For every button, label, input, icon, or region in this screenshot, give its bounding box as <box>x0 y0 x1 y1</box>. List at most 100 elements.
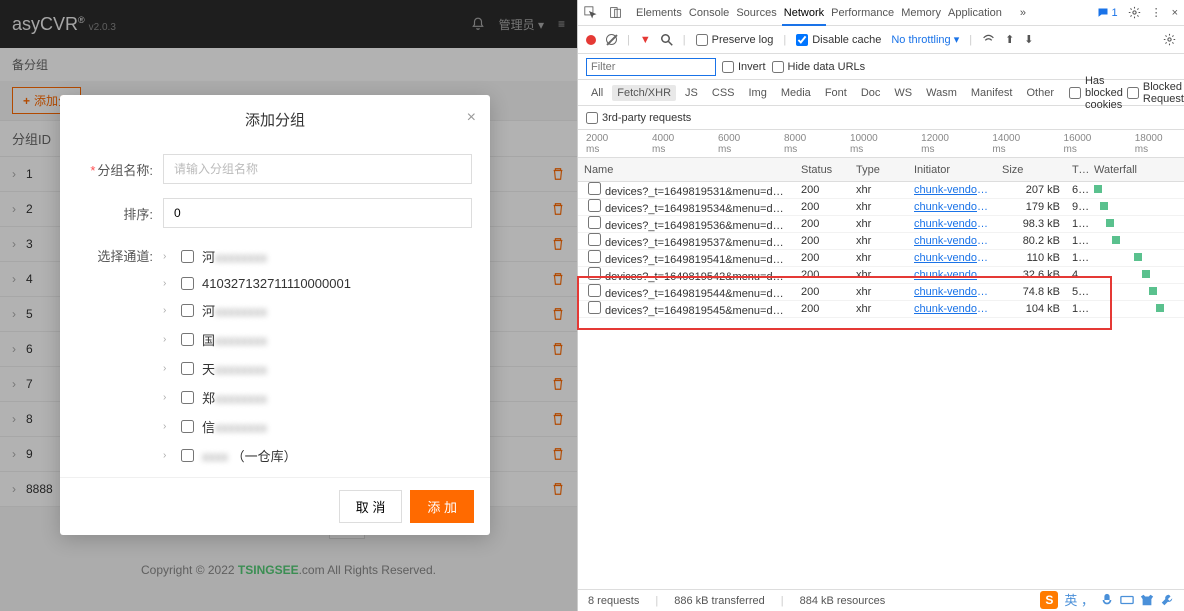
network-filter-input[interactable] <box>586 58 716 76</box>
filter-type-css[interactable]: CSS <box>707 85 740 101</box>
tool-icon[interactable] <box>1160 593 1174 607</box>
row-checkbox[interactable] <box>588 199 601 212</box>
more-tabs-icon[interactable]: » <box>1020 7 1026 19</box>
loading-text: 加载中... <box>163 470 472 477</box>
network-request-row[interactable]: devices?_t=1649819534&menu=device_man...… <box>578 199 1184 216</box>
channel-item[interactable]: ›河xxxxxxxx <box>163 296 472 325</box>
timeline[interactable]: 2000 ms4000 ms6000 ms8000 ms10000 ms1200… <box>578 130 1184 158</box>
settings-gear-icon[interactable] <box>1163 33 1176 46</box>
messages-badge[interactable]: 1 <box>1097 7 1117 19</box>
confirm-button[interactable]: 添 加 <box>410 490 474 523</box>
filter-type-fetch-xhr[interactable]: Fetch/XHR <box>612 85 676 101</box>
waterfall-bar <box>1100 202 1108 210</box>
devtools-tab-console[interactable]: Console <box>687 2 731 24</box>
network-request-row[interactable]: devices?_t=1649819545&menu=device_man...… <box>578 301 1184 318</box>
channel-item[interactable]: ›天xxxxxxxx <box>163 354 472 383</box>
channel-checkbox[interactable] <box>181 391 194 404</box>
upload-icon[interactable]: ⬆ <box>1005 33 1014 46</box>
channel-checkbox[interactable] <box>181 277 194 290</box>
row-checkbox[interactable] <box>588 233 601 246</box>
channel-item[interactable]: ›410327132711110000001 <box>163 271 472 296</box>
filter-type-img[interactable]: Img <box>744 85 772 101</box>
devtools-tab-memory[interactable]: Memory <box>899 2 943 24</box>
clear-icon[interactable] <box>606 34 617 45</box>
keyboard-icon[interactable] <box>1120 593 1134 607</box>
sort-input[interactable] <box>163 198 472 228</box>
channel-checkbox[interactable] <box>181 304 194 317</box>
channel-item[interactable]: ›国xxxxxxxx <box>163 325 472 354</box>
devtools-close-icon[interactable]: × <box>1172 7 1178 19</box>
network-request-row[interactable]: devices?_t=1649819537&menu=device_man...… <box>578 233 1184 250</box>
group-name-label: *分组名称: <box>78 160 163 179</box>
filter-type-other[interactable]: Other <box>1021 85 1059 101</box>
inspect-icon[interactable] <box>584 6 597 19</box>
channel-label-text: 信xxxxxxxx <box>202 417 267 436</box>
download-icon[interactable]: ⬇ <box>1024 33 1033 46</box>
devtools-tab-network[interactable]: Network <box>782 2 826 26</box>
devtools-tab-elements[interactable]: Elements <box>634 2 684 24</box>
filter-type-js[interactable]: JS <box>680 85 703 101</box>
device-icon[interactable] <box>609 6 622 19</box>
kebab-icon[interactable]: ⋮ <box>1151 6 1162 19</box>
devtools-tab-sources[interactable]: Sources <box>734 2 778 24</box>
row-checkbox[interactable] <box>588 182 601 195</box>
gear-icon[interactable] <box>1128 6 1141 19</box>
filter-type-font[interactable]: Font <box>820 85 852 101</box>
third-party-checkbox[interactable]: 3rd-party requests <box>586 112 691 124</box>
preserve-log-checkbox[interactable]: Preserve log <box>696 34 774 46</box>
blocked-requests-checkbox[interactable]: Blocked Requests <box>1127 81 1184 105</box>
devtools-tab-performance[interactable]: Performance <box>829 2 896 24</box>
channel-checkbox[interactable] <box>181 420 194 433</box>
row-checkbox[interactable] <box>588 267 601 280</box>
channel-checkbox[interactable] <box>181 449 194 462</box>
row-checkbox[interactable] <box>588 216 601 229</box>
disable-cache-checkbox[interactable]: Disable cache <box>796 34 881 46</box>
filter-type-ws[interactable]: WS <box>889 85 917 101</box>
chevron-right-icon: › <box>163 334 173 345</box>
devtools-tab-application[interactable]: Application <box>946 2 1004 24</box>
invert-checkbox[interactable]: Invert <box>722 61 766 73</box>
cancel-button[interactable]: 取 消 <box>339 490 403 523</box>
devtools-tabs: Elements Console Sources Network Perform… <box>578 0 1184 26</box>
channel-checkbox[interactable] <box>181 333 194 346</box>
channel-item[interactable]: › xxxx （一仓库） <box>163 441 472 470</box>
chevron-right-icon: › <box>163 305 173 316</box>
row-checkbox[interactable] <box>588 284 601 297</box>
waterfall-bar <box>1156 304 1164 312</box>
filter-icon[interactable]: ▼ <box>640 34 651 46</box>
channel-checkbox[interactable] <box>181 362 194 375</box>
filter-type-all[interactable]: All <box>586 85 608 101</box>
record-icon[interactable] <box>586 35 596 45</box>
blocked-cookies-checkbox[interactable]: Has blocked cookies <box>1069 75 1123 111</box>
mic-icon[interactable] <box>1100 593 1114 607</box>
network-request-row[interactable]: devices?_t=1649819544&menu=device_man...… <box>578 284 1184 301</box>
network-table-header: Name Status Type Initiator Size Ti... Wa… <box>578 158 1184 182</box>
network-request-row[interactable]: devices?_t=1649819542&menu=device_man...… <box>578 267 1184 284</box>
network-request-row[interactable]: devices?_t=1649819536&menu=device_man...… <box>578 216 1184 233</box>
hide-data-urls-checkbox[interactable]: Hide data URLs <box>772 61 866 73</box>
waterfall-bar <box>1142 270 1150 278</box>
filter-type-doc[interactable]: Doc <box>856 85 886 101</box>
group-name-input[interactable] <box>163 154 472 184</box>
channel-item[interactable]: ›信xxxxxxxx <box>163 412 472 441</box>
filter-type-media[interactable]: Media <box>776 85 816 101</box>
channel-label-text: 郑xxxxxxxx <box>202 388 267 407</box>
network-request-row[interactable]: devices?_t=1649819531&menu=device_man...… <box>578 182 1184 199</box>
channel-item[interactable]: ›郑xxxxxxxx <box>163 383 472 412</box>
filter-type-manifest[interactable]: Manifest <box>966 85 1018 101</box>
search-icon[interactable] <box>661 34 673 46</box>
skin-icon[interactable] <box>1140 593 1154 607</box>
row-checkbox[interactable] <box>588 301 601 314</box>
channel-item[interactable]: ›河xxxxxxxx <box>163 242 472 271</box>
channel-label-text: xxxx （一仓库） <box>202 446 297 465</box>
network-request-row[interactable]: devices?_t=1649819541&menu=device_man...… <box>578 250 1184 267</box>
row-checkbox[interactable] <box>588 250 601 263</box>
sogou-icon[interactable]: S <box>1040 591 1058 609</box>
wifi-icon[interactable] <box>982 33 995 46</box>
chevron-right-icon: › <box>163 450 173 461</box>
filter-type-wasm[interactable]: Wasm <box>921 85 962 101</box>
close-icon[interactable]: × <box>467 109 476 127</box>
throttling-select[interactable]: No throttling ▾ <box>891 33 959 46</box>
modal-title: 添加分组 × <box>60 95 490 144</box>
channel-checkbox[interactable] <box>181 250 194 263</box>
